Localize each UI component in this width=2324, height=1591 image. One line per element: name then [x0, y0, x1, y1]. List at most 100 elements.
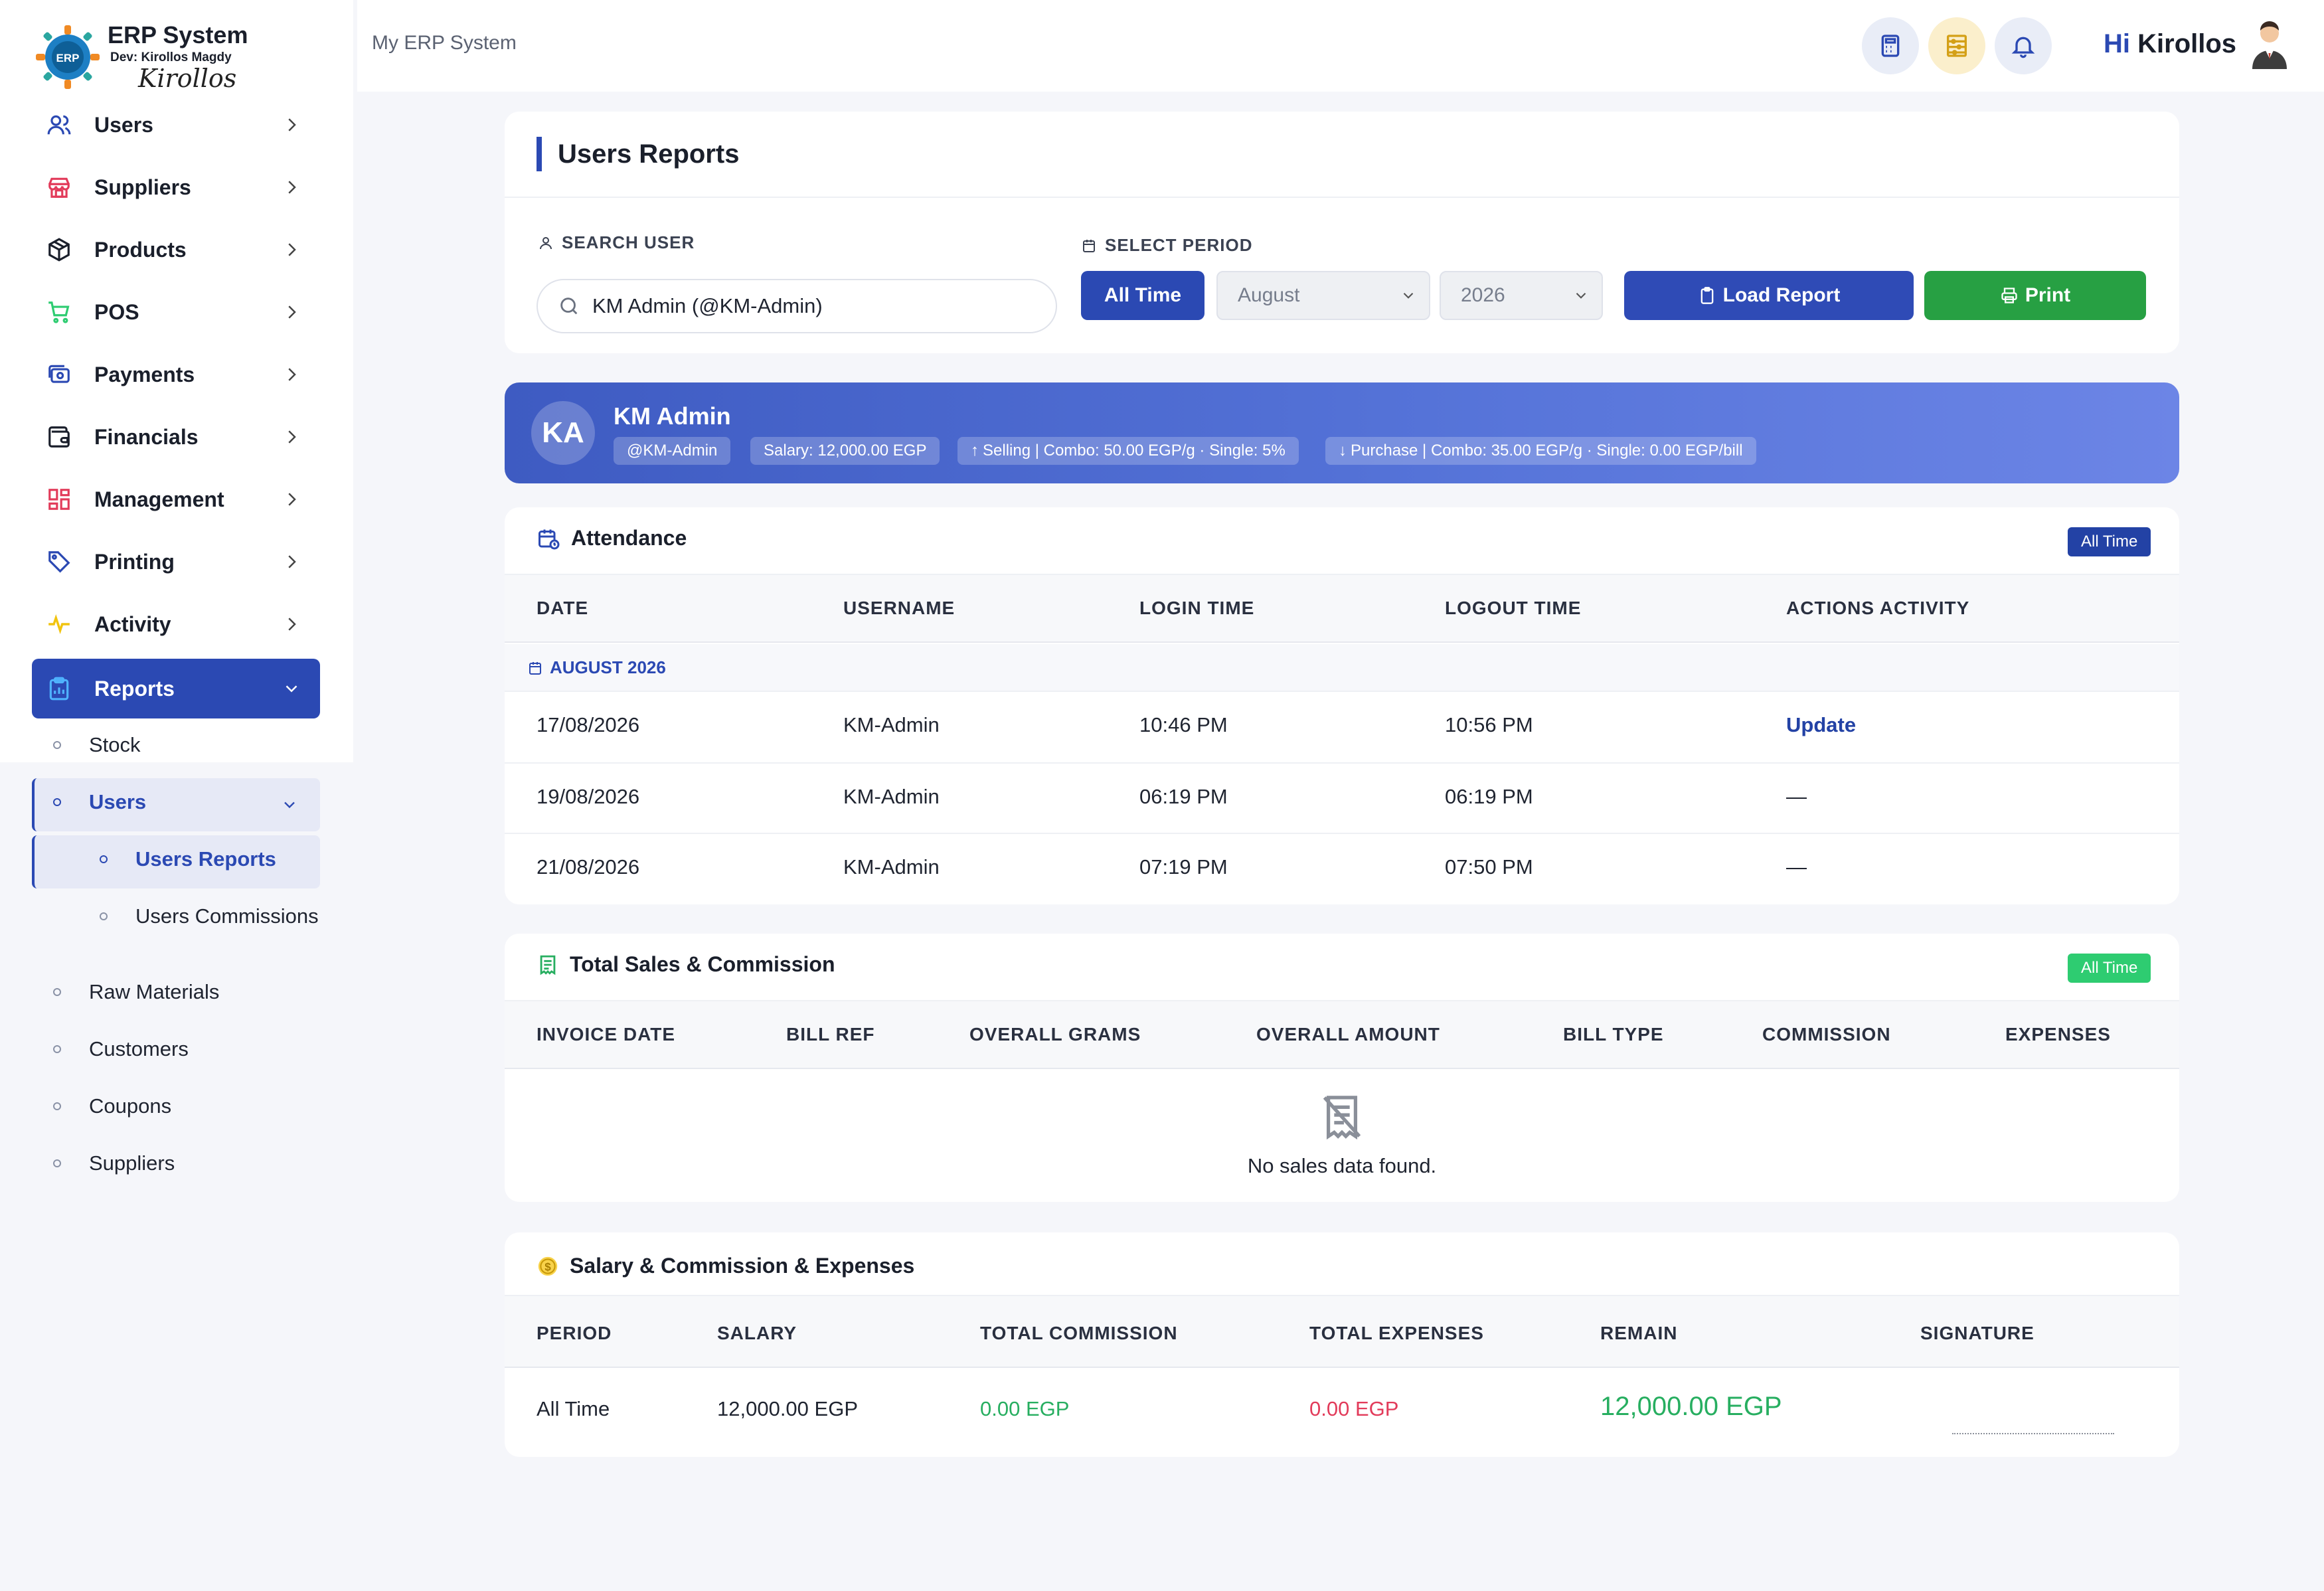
sidebar-item-suppliers[interactable]: Suppliers — [32, 159, 320, 215]
sales-commission-card: Total Sales & Commission All Time INVOIC… — [505, 934, 2179, 1202]
cell-date: 17/08/2026 — [537, 713, 640, 736]
printer-icon — [2001, 288, 2017, 303]
cell-salary: 12,000.00 EGP — [717, 1397, 858, 1420]
search-icon — [560, 297, 578, 315]
month-select-value: August — [1238, 284, 1300, 306]
sidebar-item-activity[interactable]: Activity — [32, 596, 320, 652]
all-time-button[interactable]: All Time — [1081, 271, 1204, 320]
month-select[interactable]: August — [1216, 271, 1430, 320]
signature-line — [1952, 1433, 2114, 1434]
sidebar-item-users[interactable]: Users — [32, 97, 320, 153]
chevron-right-icon — [288, 118, 296, 131]
sidebar-item-printing[interactable]: Printing — [32, 534, 320, 590]
bullet-icon — [53, 1045, 61, 1053]
sidebar-item-management[interactable]: Management — [32, 471, 320, 527]
users-icon — [45, 111, 73, 139]
sidebar-item-payments[interactable]: Payments — [32, 347, 320, 402]
sidebar-item-label: POS — [94, 299, 139, 324]
search-user-field[interactable] — [537, 279, 1057, 333]
abacus-button[interactable] — [1928, 17, 1985, 74]
column-header: EXPENSES — [2005, 1024, 2111, 1045]
bullet-icon — [53, 741, 61, 749]
attendance-period-badge: All Time — [2068, 527, 2151, 556]
brand-logo[interactable]: ERP ERP System Dev: Kirollos Magdy Kirol… — [32, 19, 311, 98]
cell-period: All Time — [537, 1397, 610, 1420]
column-header: DATE — [537, 598, 589, 618]
submenu-item-label: Suppliers — [89, 1151, 175, 1175]
submenu-item-customers[interactable]: Customers — [53, 1037, 189, 1061]
submenu-item-users-commissions[interactable]: Users Commissions — [100, 904, 319, 928]
salary-chip: Salary: 12,000.00 EGP — [750, 437, 940, 465]
salary-title: $ Salary & Commission & Expenses — [537, 1254, 914, 1278]
pulse-icon — [45, 610, 73, 638]
sidebar-item-label: Reports — [94, 676, 175, 701]
submenu-item-raw-materials[interactable]: Raw Materials — [53, 980, 219, 1004]
row-divider — [505, 691, 2179, 692]
cell-username: KM-Admin — [843, 713, 940, 736]
submenu-item-label: Users Reports — [135, 847, 276, 871]
column-header: LOGIN TIME — [1139, 598, 1255, 618]
column-header: LOGOUT TIME — [1445, 598, 1582, 618]
search-input[interactable] — [592, 294, 1044, 318]
salary-table-header: PERIOD SALARY TOTAL COMMISSION TOTAL EXP… — [505, 1295, 2179, 1368]
sidebar-item-label: Users — [94, 112, 153, 137]
user-greeting[interactable]: Hi Kirollos — [2104, 29, 2236, 59]
selling-chip: ↑ Selling | Combo: 50.00 EGP/g · Single: … — [957, 437, 1299, 465]
cell-logout: 10:56 PM — [1445, 713, 1533, 736]
submenu-item-suppliers[interactable]: Suppliers — [53, 1151, 175, 1175]
page-title: Users Reports — [537, 137, 739, 171]
sidebar-item-label: Activity — [94, 612, 171, 636]
year-select[interactable]: 2026 — [1440, 271, 1603, 320]
cell-total-expenses: 0.00 EGP — [1309, 1397, 1399, 1420]
arrow-up-icon: ↑ — [971, 442, 979, 460]
calculator-icon — [1881, 35, 1900, 57]
cell-login: 10:46 PM — [1139, 713, 1228, 736]
submenu-item-stock[interactable]: Stock — [53, 733, 141, 757]
brand-signature: Kirollos — [138, 64, 237, 93]
purchase-chip: ↓ Purchase | Combo: 35.00 EGP/g · Single:… — [1325, 437, 1756, 465]
sidebar-item-financials[interactable]: Financials — [32, 409, 320, 465]
bullet-icon — [100, 912, 108, 920]
row-divider — [505, 762, 2179, 764]
notifications-button[interactable] — [1995, 17, 2052, 74]
svg-text:$: $ — [544, 1260, 551, 1273]
column-header: PERIOD — [537, 1323, 612, 1343]
submenu-item-label: Users Commissions — [135, 904, 319, 928]
sidebar-item-reports[interactable]: Reports — [32, 659, 320, 718]
load-report-button[interactable]: Load Report — [1624, 271, 1914, 320]
bullet-icon — [53, 1159, 61, 1167]
submenu-item-users-label[interactable]: Users — [53, 790, 146, 814]
calculator-button[interactable] — [1862, 17, 1919, 74]
cell-date: 19/08/2026 — [537, 785, 640, 808]
cell-date: 21/08/2026 — [537, 855, 640, 879]
print-button[interactable]: Print — [1924, 271, 2146, 320]
calendar-icon — [1083, 239, 1095, 252]
chevron-right-icon — [288, 430, 296, 444]
tag-icon — [45, 548, 73, 576]
sidebar-item-label: Products — [94, 237, 187, 262]
row-divider — [505, 833, 2179, 834]
column-header: USERNAME — [843, 598, 955, 618]
sidebar-item-products[interactable]: Products — [32, 222, 320, 278]
submenu-item-users-reports-label[interactable]: Users Reports — [100, 847, 276, 871]
submenu-item-label: Coupons — [89, 1094, 172, 1118]
svg-text:ERP: ERP — [56, 52, 80, 64]
submenu-item-coupons[interactable]: Coupons — [53, 1094, 171, 1118]
cell-action-link[interactable]: Update — [1786, 713, 1856, 737]
column-header: SIGNATURE — [1920, 1323, 2034, 1343]
month-group-label: AUGUST 2026 — [527, 657, 666, 678]
sidebar-item-pos[interactable]: POS — [32, 284, 320, 340]
avatar[interactable] — [2248, 20, 2291, 69]
cell-login: 07:19 PM — [1139, 855, 1228, 879]
year-select-value: 2026 — [1461, 284, 1505, 306]
bell-icon — [2011, 37, 2035, 58]
divider — [505, 197, 2179, 198]
sidebar-item-label: Payments — [94, 362, 195, 386]
select-period-label: SELECT PERIOD — [1081, 235, 1252, 256]
cell-logout: 06:19 PM — [1445, 785, 1533, 808]
user-icon — [540, 236, 552, 249]
salary-card: $ Salary & Commission & Expenses PERIOD … — [505, 1232, 2179, 1457]
app-title: My ERP System — [372, 32, 517, 54]
search-user-label: SEARCH USER — [538, 232, 695, 253]
chevron-right-icon — [288, 305, 296, 319]
